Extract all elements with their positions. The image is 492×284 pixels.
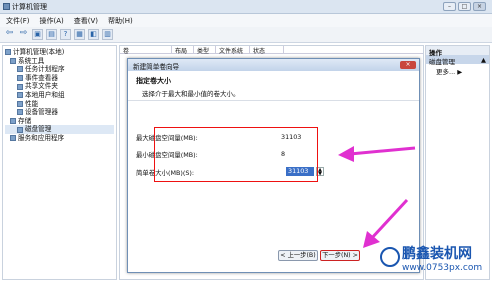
- dialog-caption: 新建简单卷向导: [133, 63, 180, 71]
- properties-icon[interactable]: ▦: [74, 29, 85, 40]
- show-hide-tree-icon[interactable]: ▤: [46, 29, 57, 40]
- chevron-right-icon: ▶: [457, 68, 463, 76]
- up-folder-icon[interactable]: ▣: [32, 29, 43, 40]
- actions-section[interactable]: 磁盘管理 ▲: [426, 55, 489, 66]
- more-actions[interactable]: 更多... ▶: [426, 64, 489, 78]
- event-icon: [17, 75, 23, 82]
- maximize-button[interactable]: □: [458, 2, 471, 11]
- column-filesystem[interactable]: 文件系统: [216, 46, 250, 55]
- pointer-arrow-icon: [338, 146, 416, 162]
- computer-management-icon: [3, 3, 10, 10]
- tree-item-local-users[interactable]: 本地用户和组: [5, 91, 114, 100]
- back-button[interactable]: < 上一步(B): [278, 250, 318, 261]
- column-status[interactable]: 状态: [250, 46, 284, 55]
- menu-action[interactable]: 操作(A): [40, 16, 64, 25]
- tree-item-shared-folders[interactable]: 共享文件夹: [5, 82, 114, 91]
- watermark-url: www.0753px.com: [402, 263, 483, 273]
- computer-icon: [5, 49, 11, 56]
- watermark-name: 鹏鑫装机网: [402, 246, 472, 262]
- navigation-tree: 计算机管理(本地) 系统工具 任务计划程序 事件查看器 共享文件夹 本地用户和组…: [2, 45, 117, 280]
- column-type[interactable]: 类型: [194, 46, 216, 55]
- disk-icon[interactable]: ◧: [88, 29, 99, 40]
- storage-icon: [10, 118, 16, 125]
- forward-arrow-icon[interactable]: ⇨: [18, 29, 29, 40]
- tree-item-performance[interactable]: 性能: [5, 100, 114, 109]
- minimize-button[interactable]: –: [443, 2, 456, 11]
- users-icon: [17, 92, 23, 99]
- dialog-subheading: 选择介于最大和最小值的卷大小。: [142, 90, 240, 98]
- disk-management-icon: [17, 126, 23, 133]
- folder-icon: [17, 83, 23, 90]
- tree-item-root[interactable]: 计算机管理(本地): [5, 48, 114, 57]
- tree-item-storage[interactable]: 存储: [5, 117, 114, 126]
- settings-icon[interactable]: ▥: [102, 29, 113, 40]
- collapse-icon: ▲: [481, 56, 486, 64]
- performance-icon: [17, 100, 23, 107]
- watermark: 鹏鑫装机网 www.0753px.com: [380, 243, 492, 284]
- menu-view[interactable]: 查看(V): [74, 16, 98, 25]
- highlight-box: [154, 127, 318, 182]
- column-layout[interactable]: 布局: [172, 46, 194, 55]
- tree-item-task-scheduler[interactable]: 任务计划程序: [5, 65, 114, 74]
- tree-item-device-manager[interactable]: 设备管理器: [5, 108, 114, 117]
- services-icon: [10, 135, 16, 142]
- tools-icon: [10, 57, 16, 64]
- clock-icon: [17, 66, 23, 73]
- help-icon[interactable]: ?: [60, 29, 71, 40]
- dialog-close-button[interactable]: ×: [400, 61, 416, 69]
- menu-file[interactable]: 文件(F): [6, 16, 30, 25]
- device-icon: [17, 109, 23, 116]
- next-button[interactable]: 下一步(N) >: [320, 250, 360, 261]
- back-arrow-icon[interactable]: ⇦: [4, 29, 15, 40]
- window-title: 计算机管理: [12, 3, 47, 11]
- watermark-logo-icon: [380, 247, 400, 267]
- close-button[interactable]: ×: [473, 2, 486, 11]
- title-bar: 计算机管理 – □ ×: [0, 0, 492, 14]
- column-volume[interactable]: 卷: [120, 46, 172, 55]
- tree-item-disk-management[interactable]: 磁盘管理: [5, 125, 114, 134]
- dialog-heading: 指定卷大小: [136, 77, 171, 85]
- menu-help[interactable]: 帮助(H): [108, 16, 133, 25]
- tree-item-services[interactable]: 服务和应用程序: [5, 134, 114, 143]
- tree-item-event-viewer[interactable]: 事件查看器: [5, 74, 114, 83]
- menu-bar: 文件(F) 操作(A) 查看(V) 帮助(H): [0, 14, 492, 27]
- toolbar: ⇦ ⇨ ▣ ▤ ? ▦ ◧ ▥: [0, 27, 492, 43]
- actions-header: 操作: [426, 46, 489, 57]
- tree-item-system-tools[interactable]: 系统工具: [5, 57, 114, 66]
